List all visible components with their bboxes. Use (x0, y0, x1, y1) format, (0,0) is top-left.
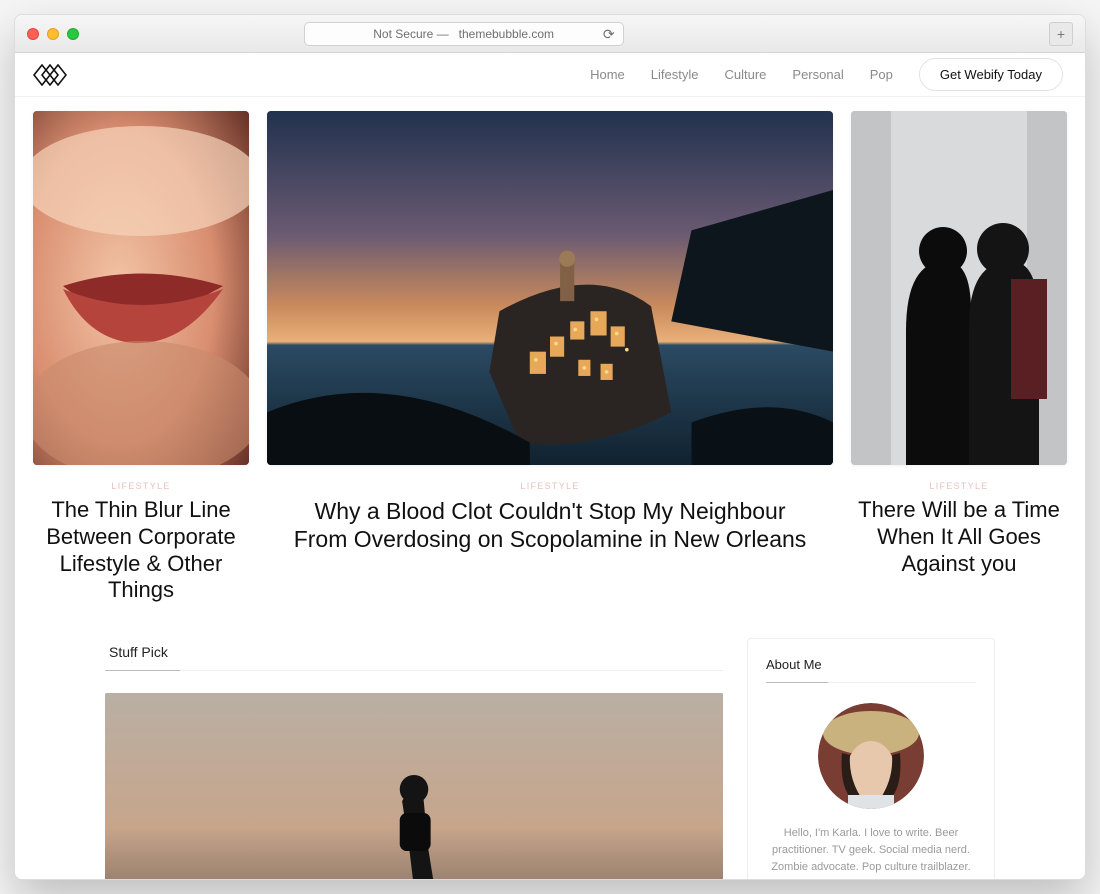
primary-nav: Home Lifestyle Culture Personal Pop Get … (590, 58, 1063, 91)
lower-section: Stuff Pick (15, 604, 1085, 879)
featured-category: LIFESTYLE (267, 481, 833, 491)
stuff-pick-image[interactable] (105, 693, 723, 879)
window-close-button[interactable] (27, 28, 39, 40)
site-header: Home Lifestyle Culture Personal Pop Get … (15, 53, 1085, 97)
featured-category: LIFESTYLE (33, 481, 249, 491)
featured-title: There Will be a Time When It All Goes Ag… (851, 497, 1067, 577)
featured-card[interactable]: LIFESTYLE Why a Blood Clot Couldn't Stop… (267, 111, 833, 604)
site-logo[interactable] (33, 64, 67, 86)
page-viewport: Home Lifestyle Culture Personal Pop Get … (15, 53, 1085, 879)
nav-pop[interactable]: Pop (870, 67, 893, 82)
reload-icon[interactable]: ⟳ (603, 26, 615, 43)
window-minimize-button[interactable] (47, 28, 59, 40)
nav-culture[interactable]: Culture (724, 67, 766, 82)
featured-title: The Thin Blur Line Between Corporate Lif… (33, 497, 249, 604)
get-webify-button[interactable]: Get Webify Today (919, 58, 1063, 91)
address-bar[interactable]: Not Secure — themebubble.com ⟳ (304, 22, 624, 46)
window-zoom-button[interactable] (67, 28, 79, 40)
featured-thumb (33, 111, 249, 465)
nav-home[interactable]: Home (590, 67, 625, 82)
browser-window: Not Secure — themebubble.com ⟳ + (14, 14, 1086, 880)
nav-personal[interactable]: Personal (792, 67, 843, 82)
new-tab-button[interactable]: + (1049, 22, 1073, 46)
featured-thumb (267, 111, 833, 465)
about-me-avatar (818, 703, 924, 809)
featured-title: Why a Blood Clot Couldn't Stop My Neighb… (267, 497, 833, 553)
featured-thumb (851, 111, 1067, 465)
featured-card[interactable]: LIFESTYLE The Thin Blur Line Between Cor… (33, 111, 249, 604)
about-me-heading: About Me (766, 657, 976, 683)
window-traffic-lights (27, 28, 79, 40)
featured-row: LIFESTYLE The Thin Blur Line Between Cor… (15, 97, 1085, 604)
featured-card[interactable]: LIFESTYLE There Will be a Time When It A… (851, 111, 1067, 604)
about-me-card: About Me (747, 638, 995, 879)
nav-lifestyle[interactable]: Lifestyle (651, 67, 699, 82)
address-host: themebubble.com (459, 27, 554, 41)
about-me-bio: Hello, I'm Karla. I love to write. Beer … (766, 825, 976, 876)
address-security-label: Not Secure — (373, 27, 448, 41)
featured-category: LIFESTYLE (851, 481, 1067, 491)
stuff-pick-section: Stuff Pick (105, 638, 723, 879)
stuff-pick-heading: Stuff Pick (105, 638, 723, 671)
browser-toolbar: Not Secure — themebubble.com ⟳ + (15, 15, 1085, 53)
